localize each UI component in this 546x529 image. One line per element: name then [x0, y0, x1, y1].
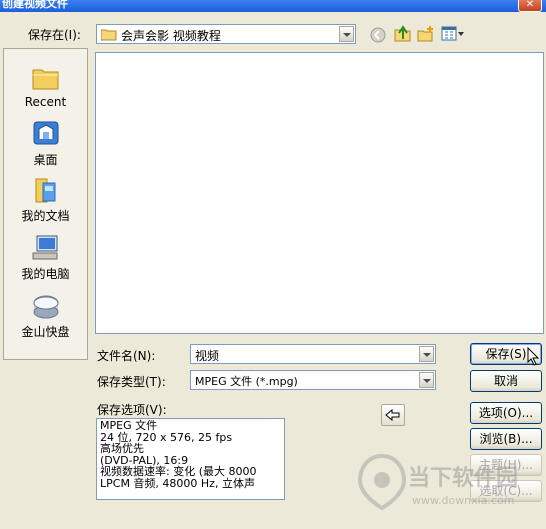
recent-folder-icon [32, 69, 59, 90]
filename-field[interactable]: 视频 [190, 344, 436, 364]
window-title: 创建视频文件 [2, 0, 68, 10]
back-arrow-button[interactable] [381, 404, 405, 426]
watermark-logo-icon [358, 454, 406, 510]
options-button[interactable]: 选项(O)... [470, 402, 542, 424]
places-bar: Recent 桌面 我的文档 我的电脑 金山快盘 [3, 48, 88, 360]
option-line: MPEG 文件 [100, 419, 158, 432]
view-menu-icon[interactable] [441, 26, 465, 42]
watermark-brand: 当下软件园 [408, 466, 519, 491]
place-desktop[interactable]: 桌面 [4, 119, 87, 175]
mouse-cursor-icon [527, 347, 540, 366]
browse-button[interactable]: 浏览(B)... [470, 428, 542, 450]
place-label: 桌面 [33, 153, 58, 167]
desktop-icon [33, 121, 59, 145]
lookin-label: 保存在(I): [28, 28, 81, 42]
place-my-computer[interactable]: 我的电脑 [4, 233, 87, 289]
back-icon[interactable] [370, 27, 386, 43]
filename-value: 视频 [195, 349, 220, 363]
my-computer-icon [32, 235, 58, 260]
filetype-value: MPEG 文件 (*.mpg) [195, 375, 298, 388]
close-button[interactable]: ✕ [518, 0, 542, 12]
watermark-url: www.downxia.com [412, 494, 515, 507]
cancel-button[interactable]: 取消 [470, 370, 542, 392]
filename-label: 文件名(N): [97, 349, 156, 363]
up-folder-icon[interactable] [394, 25, 412, 43]
place-label: 我的电脑 [21, 267, 70, 281]
place-label: 金山快盘 [21, 325, 70, 339]
chevron-down-icon[interactable] [419, 346, 434, 362]
place-kuaipan[interactable]: 金山快盘 [4, 291, 87, 347]
kuaipan-drive-icon [33, 295, 59, 319]
folder-icon [101, 29, 117, 41]
watermark: 当下软件园 www.downxia.com [358, 454, 538, 520]
title-bar: 创建视频文件 [0, 0, 546, 12]
new-folder-icon[interactable] [417, 25, 435, 43]
file-list[interactable] [95, 52, 544, 334]
chevron-down-icon[interactable] [339, 26, 354, 42]
save-options-label: 保存选项(V): [97, 403, 167, 417]
filetype-dropdown[interactable]: MPEG 文件 (*.mpg) [190, 370, 436, 390]
lookin-value: 会声会影 视频教程 [121, 29, 221, 43]
place-label: 我的文档 [21, 209, 70, 223]
my-documents-icon [35, 178, 56, 203]
option-line: LPCM 音频, 48000 Hz, 立体声 [100, 476, 255, 490]
left-arrow-icon [385, 408, 400, 422]
filetype-label: 保存类型(T): [97, 375, 166, 389]
place-label: Recent [24, 95, 67, 109]
save-options-box: MPEG 文件 24 位, 720 x 576, 25 fps 高场优先 (DV… [96, 418, 285, 500]
place-my-documents[interactable]: 我的文档 [4, 175, 87, 231]
place-recent[interactable]: Recent [4, 63, 87, 119]
lookin-dropdown[interactable]: 会声会影 视频教程 [96, 24, 356, 44]
chevron-down-icon[interactable] [419, 372, 434, 388]
